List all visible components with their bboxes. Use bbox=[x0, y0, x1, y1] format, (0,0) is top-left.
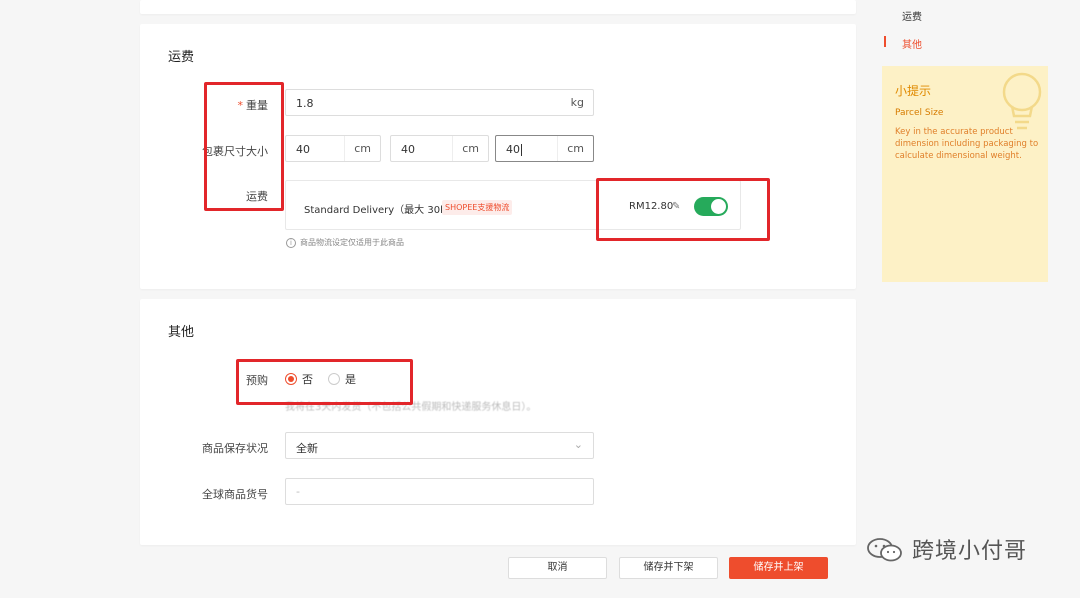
global-sku-label: 全球商品货号 bbox=[202, 488, 268, 501]
other-section-title: 其他 bbox=[168, 325, 195, 340]
condition-value: 全新 bbox=[296, 442, 318, 455]
condition-label: 商品保存状况 bbox=[202, 442, 268, 455]
weight-unit: kg bbox=[570, 96, 584, 109]
sidebar-active-indicator bbox=[884, 36, 886, 47]
cancel-button[interactable]: 取消 bbox=[508, 557, 607, 579]
parcel-length-input[interactable]: 40 cm bbox=[390, 135, 489, 162]
shipping-method-tag: SHOPEE支援物流 bbox=[442, 200, 513, 215]
weight-input[interactable]: 1.8 kg bbox=[285, 89, 594, 116]
sidebar-item-other[interactable]: 其他 bbox=[902, 36, 922, 51]
previous-section-card bbox=[140, 0, 856, 14]
shipping-hint: i 商品物流设定仅适用于此商品 bbox=[286, 237, 404, 248]
tip-panel: 小提示 Parcel Size Key in the accurate prod… bbox=[882, 66, 1048, 282]
annotation-box-price-toggle bbox=[596, 178, 770, 241]
text-caret bbox=[521, 144, 522, 156]
global-sku-placeholder: - bbox=[296, 485, 300, 498]
annotation-box-preorder bbox=[236, 359, 413, 405]
parcel-width-input[interactable]: 40 cm bbox=[285, 135, 381, 162]
tip-body: Key in the accurate product dimension in… bbox=[895, 127, 1039, 161]
annotation-box-labels bbox=[204, 82, 284, 211]
chevron-down-icon: ⌄ bbox=[573, 438, 583, 451]
watermark-text: 跨境小付哥 bbox=[912, 539, 1028, 564]
save-list-button[interactable]: 储存并上架 bbox=[729, 557, 828, 579]
save-unlist-button[interactable]: 储存并下架 bbox=[619, 557, 718, 579]
wechat-icon bbox=[867, 538, 902, 562]
parcel-height-input[interactable]: 40 cm bbox=[495, 135, 594, 162]
global-sku-input[interactable]: - bbox=[285, 478, 594, 505]
condition-select[interactable]: 全新 ⌄ bbox=[285, 432, 594, 459]
tip-subtitle: Parcel Size bbox=[895, 108, 944, 118]
info-icon: i bbox=[286, 238, 296, 248]
sidebar-item-shipping[interactable]: 运费 bbox=[902, 8, 922, 23]
tip-title: 小提示 bbox=[895, 84, 932, 98]
shipping-method-name: Standard Delivery（最大 30kg） bbox=[304, 205, 463, 216]
weight-value: 1.8 bbox=[296, 97, 314, 110]
other-section: 其他 预购 否 是 我将在3天内发货（不包括公共假期和快递服务休息日）。 商品保… bbox=[140, 299, 856, 545]
shipping-section-title: 运费 bbox=[168, 50, 195, 65]
